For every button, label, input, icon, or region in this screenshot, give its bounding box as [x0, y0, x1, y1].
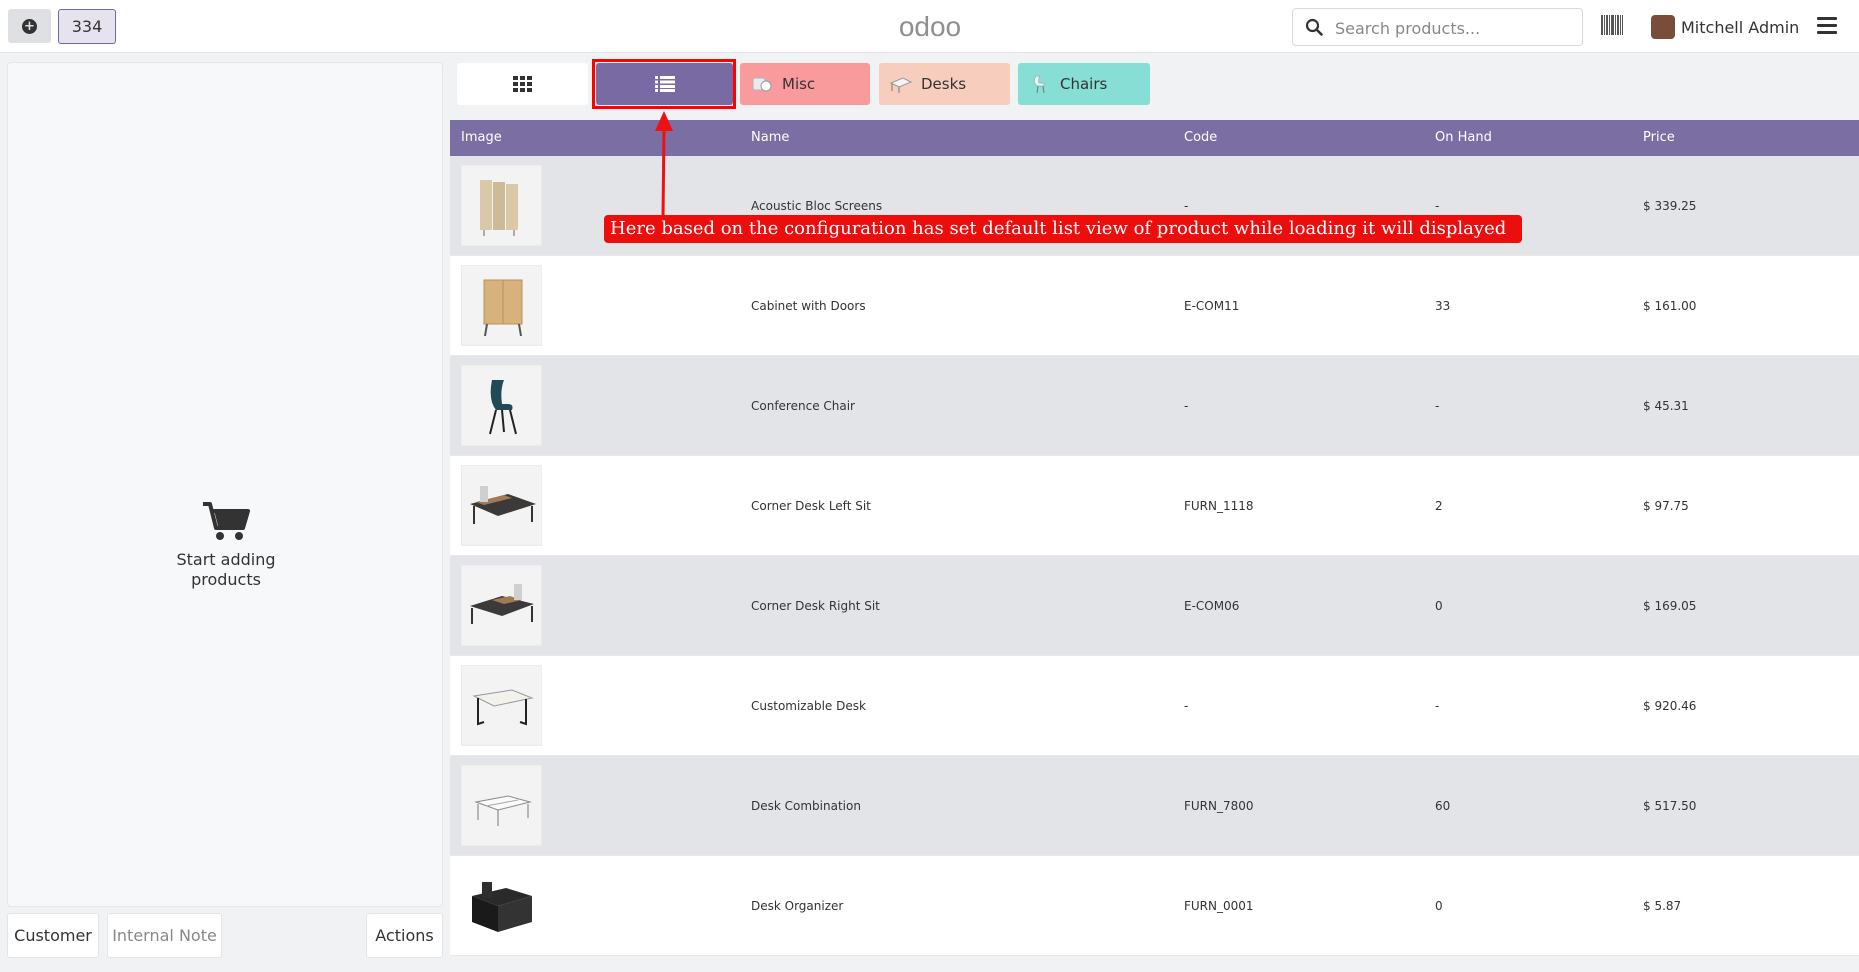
table-row[interactable]: Desk Combination FURN_7800 60 $ 517.50: [450, 756, 1859, 856]
product-code: -: [1184, 199, 1189, 213]
product-image: [461, 265, 542, 346]
annotation-callout: Here based on the configuration has set …: [604, 215, 1522, 243]
product-price: $ 517.50: [1643, 799, 1697, 813]
actions-button[interactable]: Actions: [366, 913, 443, 958]
product-code: FURN_7800: [1184, 799, 1254, 813]
product-image: [461, 665, 542, 746]
product-price: $ 161.00: [1643, 299, 1697, 313]
product-name: Acoustic Bloc Screens: [751, 199, 883, 213]
product-price: $ 5.87: [1643, 899, 1682, 913]
product-image: [461, 365, 542, 446]
empty-cart-line2: products: [191, 570, 261, 589]
product-image: [461, 865, 542, 946]
search-icon: [1305, 18, 1323, 36]
product-code: FURN_1118: [1184, 499, 1254, 513]
category-misc[interactable]: Misc: [740, 63, 870, 105]
category-desks[interactable]: Desks: [879, 63, 1010, 105]
header-on-hand: On Hand: [1435, 130, 1492, 145]
product-image: [461, 165, 542, 246]
product-name: Corner Desk Right Sit: [751, 599, 880, 613]
empty-cart: Start adding products: [8, 500, 444, 590]
search-placeholder: Search products...: [1335, 19, 1481, 38]
grid-view-button[interactable]: [457, 63, 588, 105]
product-image: [461, 565, 542, 646]
customer-button[interactable]: Customer: [7, 913, 99, 958]
product-price: $ 97.75: [1643, 499, 1689, 513]
product-code: E-COM06: [1184, 599, 1240, 613]
product-name: Corner Desk Left Sit: [751, 499, 871, 513]
product-price: $ 45.31: [1643, 399, 1689, 413]
hamburger-menu-icon[interactable]: [1817, 17, 1837, 35]
top-bar: + 334 odoo Search products... Mitchell A…: [0, 0, 1859, 53]
grid-view-icon: [512, 76, 532, 92]
desk-category-icon: [889, 77, 913, 93]
product-name: Cabinet with Doors: [751, 299, 866, 313]
header-price: Price: [1643, 130, 1675, 145]
product-on-hand: 2: [1435, 499, 1443, 513]
category-desks-label: Desks: [921, 75, 967, 93]
barcode-icon[interactable]: [1601, 15, 1623, 35]
product-name: Conference Chair: [751, 399, 855, 413]
product-name: Desk Combination: [751, 799, 861, 813]
product-on-hand: 0: [1435, 599, 1443, 613]
product-on-hand: -: [1435, 699, 1440, 713]
product-on-hand: -: [1435, 199, 1440, 213]
product-price: $ 339.25: [1643, 199, 1697, 213]
search-input[interactable]: Search products...: [1292, 8, 1583, 46]
chair-category-icon: [1033, 75, 1045, 94]
logo-text: odoo: [899, 12, 961, 42]
order-tab[interactable]: 334: [58, 9, 116, 44]
table-row[interactable]: Cabinet with Doors E-COM11 33 $ 161.00: [450, 256, 1859, 356]
product-code: E-COM11: [1184, 299, 1240, 313]
product-list-table: Image Name Code On Hand Price Acoustic B…: [450, 120, 1859, 956]
product-image: [461, 765, 542, 846]
user-menu[interactable]: Mitchell Admin: [1651, 14, 1799, 40]
table-row[interactable]: Conference Chair - - $ 45.31: [450, 356, 1859, 456]
product-image: [461, 465, 542, 546]
product-on-hand: 33: [1435, 299, 1451, 313]
annotation-arrow: [655, 111, 673, 218]
new-order-button[interactable]: +: [8, 9, 51, 43]
category-chairs-label: Chairs: [1060, 75, 1108, 93]
product-price: $ 169.05: [1643, 599, 1697, 613]
product-on-hand: -: [1435, 399, 1440, 413]
plus-icon: +: [22, 18, 37, 34]
header-name: Name: [751, 130, 790, 145]
header-image: Image: [461, 130, 502, 145]
user-name: Mitchell Admin: [1681, 17, 1800, 37]
misc-category-icon: [752, 77, 772, 92]
order-panel: Start adding products: [7, 62, 443, 907]
product-code: -: [1184, 699, 1189, 713]
product-on-hand: 0: [1435, 899, 1443, 913]
product-on-hand: 60: [1435, 799, 1451, 813]
table-row[interactable]: Corner Desk Right Sit E-COM06 0 $ 169.05: [450, 556, 1859, 656]
product-price: $ 920.46: [1643, 699, 1697, 713]
product-code: -: [1184, 399, 1189, 413]
table-row[interactable]: Customizable Desk - - $ 920.46: [450, 656, 1859, 756]
table-row[interactable]: Desk Organizer FURN_0001 0 $ 5.87: [450, 856, 1859, 956]
product-code: FURN_0001: [1184, 899, 1254, 913]
table-row[interactable]: Corner Desk Left Sit FURN_1118 2 $ 97.75: [450, 456, 1859, 556]
header-code: Code: [1184, 130, 1218, 145]
list-view-highlight: [592, 59, 736, 109]
category-chairs[interactable]: Chairs: [1018, 63, 1150, 105]
odoo-logo: odoo: [890, 8, 970, 46]
category-misc-label: Misc: [782, 75, 816, 93]
product-name: Customizable Desk: [751, 699, 866, 713]
internal-note-button[interactable]: Internal Note: [107, 913, 222, 958]
avatar: [1651, 15, 1675, 39]
product-name: Desk Organizer: [751, 899, 844, 913]
empty-cart-line1: Start adding: [176, 550, 276, 569]
cart-icon: [203, 502, 250, 540]
